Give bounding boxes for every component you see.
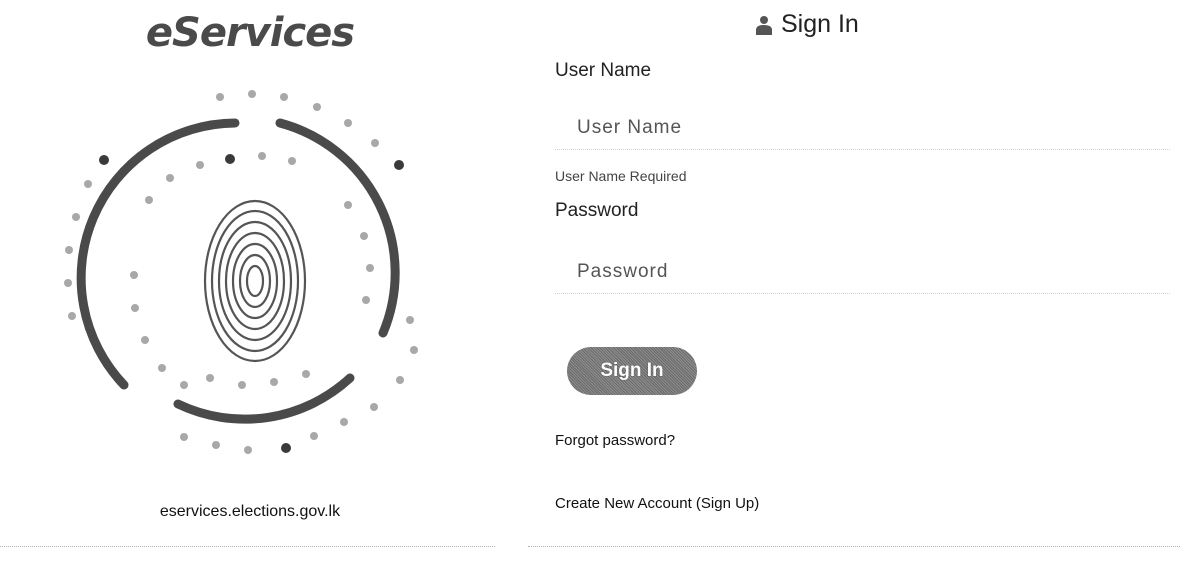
fingerprint-rings bbox=[203, 199, 307, 363]
arc-bottom bbox=[173, 373, 355, 424]
sign-in-button[interactable]: Sign In bbox=[567, 347, 697, 395]
sign-in-form: Sign In User Name User Name Required Pas… bbox=[555, 0, 1175, 540]
emblem-arcs bbox=[76, 118, 400, 424]
sign-up-link[interactable]: Create New Account (Sign Up) bbox=[555, 495, 759, 512]
divider-right bbox=[528, 546, 1180, 547]
username-label: User Name bbox=[555, 60, 652, 81]
password-label: Password bbox=[555, 200, 639, 221]
emblem-dots-dark bbox=[99, 154, 404, 453]
form-title: Sign In bbox=[755, 10, 859, 39]
fingerprint-emblem bbox=[64, 90, 418, 454]
brand-logo-text: eServices bbox=[145, 10, 355, 56]
form-title-text: Sign In bbox=[781, 10, 859, 38]
forgot-password-link[interactable]: Forgot password? bbox=[555, 432, 675, 449]
password-input[interactable] bbox=[555, 250, 1170, 294]
site-url: eservices.elections.gov.lk bbox=[159, 503, 341, 520]
user-icon bbox=[756, 15, 772, 35]
divider-left bbox=[0, 546, 495, 547]
username-input[interactable] bbox=[555, 106, 1170, 150]
username-required-message: User Name Required bbox=[555, 168, 687, 184]
branding-panel: eServices eservices.elections.gov.lk bbox=[0, 0, 500, 562]
